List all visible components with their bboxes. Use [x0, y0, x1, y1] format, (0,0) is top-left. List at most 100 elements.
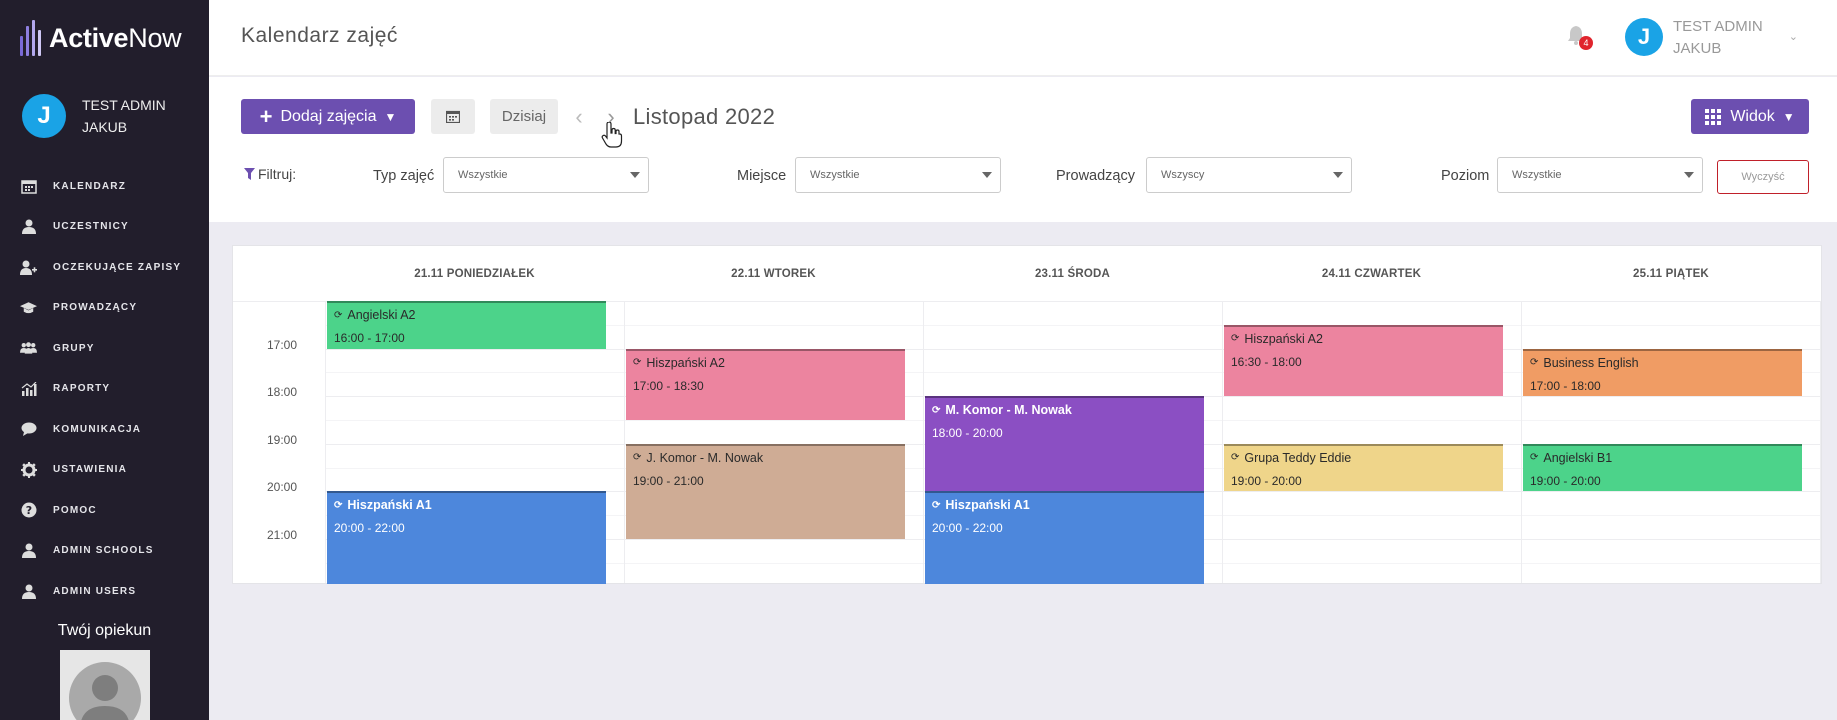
chevron-down-icon: ▼ — [384, 109, 397, 124]
calendar-event[interactable]: ⟳ Angielski B1 19:00 - 20:00 — [1523, 443, 1802, 492]
sidebar-item-grupy[interactable]: GRUPY — [0, 328, 209, 369]
day-column-divider — [1521, 301, 1522, 583]
day-column-divider — [1820, 301, 1821, 583]
event-time: 20:00 - 22:00 — [334, 521, 405, 536]
event-title: ⟳ J. Komor - M. Nowak — [633, 450, 764, 465]
sidebar-item-kalendarz[interactable]: KALENDARZ — [0, 166, 209, 207]
recurring-icon: ⟳ — [1231, 333, 1240, 345]
event-time: 16:00 - 17:00 — [334, 331, 405, 345]
calendar-event[interactable]: ⟳ Hiszpański A1 20:00 - 22:00 — [925, 491, 1204, 584]
day-column-divider — [923, 301, 924, 583]
add-class-button[interactable]: + Dodaj zajęcia ▼ — [241, 99, 415, 134]
svg-text:?: ? — [25, 504, 31, 517]
guardian-avatar — [59, 650, 150, 720]
sidebar-item-prowadzacy[interactable]: PROWADZĄCY — [0, 288, 209, 329]
sidebar-item-admin-users[interactable]: ADMIN USERS — [0, 571, 209, 612]
chevron-left-icon: ‹ — [575, 103, 583, 129]
day-header: 22.11 WTOREK — [731, 267, 816, 280]
day-header: 24.11 CZWARTEK — [1321, 267, 1422, 280]
sidebar-item-label: KOMUNIKACJA — [53, 423, 142, 435]
hour-label: 18:00 — [266, 385, 297, 399]
filter-type-select[interactable]: Wszystkie — [443, 157, 649, 193]
logo-text: ActiveNow — [49, 22, 182, 53]
calendar-event[interactable]: ⟳ J. Komor - M. Nowak 19:00 - 21:00 — [626, 443, 905, 539]
filter-place-select[interactable]: Wszystkie — [795, 157, 1001, 193]
calendar-event[interactable]: ⟳ Angielski A2 16:00 - 17:00 — [327, 301, 606, 349]
event-time: 19:00 - 21:00 — [633, 473, 704, 488]
notification-badge: 4 — [1579, 36, 1593, 50]
recurring-icon: ⟳ — [633, 452, 642, 464]
today-button[interactable]: Dzisiaj — [490, 99, 558, 134]
calendar-event[interactable]: ⟳ Hiszpański A1 20:00 - 22:00 — [327, 491, 606, 584]
calendar-event[interactable]: ⟳ Grupa Teddy Eddie 19:00 - 20:00 — [1224, 443, 1503, 492]
filter-place-label: Miejsce — [737, 167, 787, 184]
chat-icon — [20, 421, 37, 438]
calendar-event[interactable]: ⟳ Hiszpański A2 17:00 - 18:30 — [626, 348, 905, 420]
sidebar-item-label: ADMIN SCHOOLS — [53, 545, 154, 557]
guardian-section: Twój opiekun — [0, 622, 209, 720]
bar-chart-icon — [20, 380, 37, 397]
event-time: 20:00 - 22:00 — [932, 521, 1003, 536]
hour-label: 21:00 — [266, 528, 297, 542]
sidebar-user[interactable]: J TEST ADMIN JAKUB — [22, 94, 166, 138]
event-title: ⟳ Angielski B1 — [1530, 450, 1613, 465]
sidebar-user-name: TEST ADMIN JAKUB — [82, 97, 166, 135]
app-logo[interactable]: ActiveNow — [20, 18, 182, 58]
page-title: Kalendarz zajęć — [241, 24, 398, 47]
sidebar-item-label: USTAWIENIA — [53, 464, 128, 476]
filter-teacher-select[interactable]: Wszyscy — [1146, 157, 1352, 193]
prev-week-button[interactable]: ‹ — [569, 99, 589, 134]
sidebar-item-komunikacja[interactable]: KOMUNIKACJA — [0, 409, 209, 450]
sidebar-item-raporty[interactable]: RAPORTY — [0, 369, 209, 410]
recurring-icon: ⟳ — [932, 404, 941, 416]
users-icon — [20, 340, 37, 357]
recurring-icon: ⟳ — [1530, 357, 1539, 369]
event-time: 16:30 - 18:00 — [1231, 354, 1302, 369]
avatar: J — [1625, 18, 1663, 56]
question-icon: ? — [20, 502, 37, 519]
user-icon — [20, 542, 37, 559]
hour-label: 17:00 — [266, 338, 297, 352]
sidebar-item-pomoc[interactable]: ? POMOC — [0, 490, 209, 531]
filter-level-select[interactable]: Wszystkie — [1497, 157, 1703, 193]
calendar-event[interactable]: ⟳ Hiszpański A2 16:30 - 18:00 — [1224, 324, 1503, 397]
clear-filters-button[interactable]: Wyczyść — [1717, 160, 1809, 194]
user-menu[interactable]: J TEST ADMIN JAKUB ⌄ — [1625, 16, 1798, 60]
sidebar-item-oczekujace-zapisy[interactable]: OCZEKUJĄCE ZAPISY — [0, 247, 209, 288]
event-time: 19:00 - 20:00 — [1231, 473, 1302, 488]
calendar-event[interactable]: ⟳ Business English 17:00 - 18:00 — [1523, 348, 1802, 397]
filter-type-label: Typ zajęć — [373, 167, 435, 184]
filter-icon — [244, 168, 255, 180]
day-column-divider — [624, 301, 625, 583]
calendar-icon — [446, 110, 460, 123]
sidebar-item-label: KALENDARZ — [53, 180, 127, 192]
chevron-down-icon: ▼ — [1782, 109, 1795, 124]
recurring-icon: ⟳ — [633, 357, 642, 369]
caret-down-icon — [1333, 172, 1343, 178]
sidebar-item-label: ADMIN USERS — [53, 585, 137, 597]
gear-icon — [20, 461, 37, 478]
event-title: ⟳ Hiszpański A2 — [633, 355, 725, 370]
sidebar-item-uczestnicy[interactable]: UCZESTNICY — [0, 207, 209, 248]
hour-axis: 17:00 18:00 19:00 20:00 21:00 — [233, 301, 325, 585]
day-header: 21.11 PONIEDZIAŁEK — [414, 267, 535, 280]
date-picker-button[interactable] — [431, 99, 475, 134]
avatar: J — [22, 94, 66, 138]
notifications-button[interactable]: 4 — [1567, 25, 1593, 50]
user-plus-icon — [20, 259, 37, 276]
grid-icon — [1705, 108, 1722, 125]
caret-down-icon — [1684, 172, 1694, 178]
day-column-divider — [325, 301, 326, 583]
logo-bars-icon — [20, 20, 41, 56]
event-title: ⟳ Angielski A2 — [334, 308, 416, 322]
view-button[interactable]: Widok ▼ — [1691, 99, 1809, 134]
event-title: ⟳ Hiszpański A1 — [932, 498, 1030, 513]
sidebar: ActiveNow J TEST ADMIN JAKUB KALENDARZ U… — [0, 0, 209, 720]
sidebar-item-admin-schools[interactable]: ADMIN SCHOOLS — [0, 531, 209, 572]
hour-label: 19:00 — [266, 433, 297, 447]
event-title: ⟳ Business English — [1530, 355, 1639, 370]
event-time: 18:00 - 20:00 — [932, 426, 1003, 441]
calendar-event[interactable]: ⟳ M. Komor - M. Nowak 18:00 - 20:00 — [925, 396, 1204, 492]
sidebar-item-ustawienia[interactable]: USTAWIENIA — [0, 450, 209, 491]
current-month: Listopad 2022 — [633, 104, 776, 129]
